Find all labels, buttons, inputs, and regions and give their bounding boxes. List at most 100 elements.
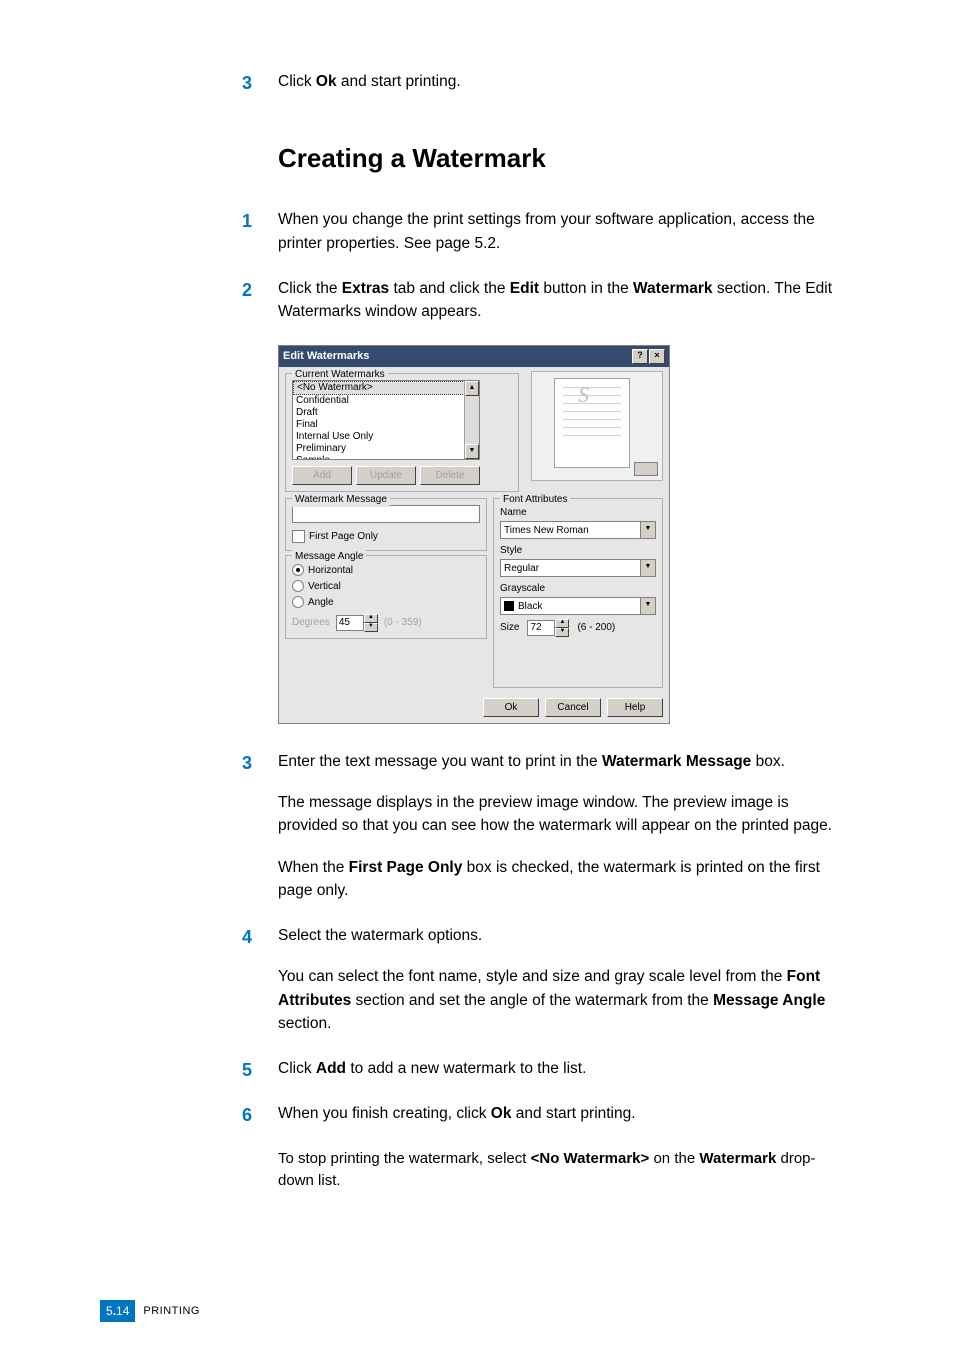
scrollbar[interactable]: ▲ ▼ (464, 381, 479, 459)
font-name-select[interactable]: Times New Roman ▼ (500, 521, 656, 539)
degrees-value[interactable]: 45 (336, 615, 364, 631)
step-6: 6 When you finish creating, click Ok and… (278, 1102, 844, 1125)
grayscale-value: Black (501, 598, 640, 614)
message-angle-group: Message Angle Horizontal Vertical Angle … (285, 555, 487, 639)
step-text: Select the watermark options. (278, 924, 844, 947)
grayscale-label: Grayscale (500, 581, 656, 596)
step-text: Click Add to add a new watermark to the … (278, 1057, 844, 1080)
group-legend: Watermark Message (292, 492, 390, 507)
bold-ok: Ok (316, 73, 337, 90)
step-number: 6 (242, 1102, 252, 1129)
ok-button[interactable]: Ok (483, 698, 539, 717)
step-1: 1 When you change the print settings fro… (278, 208, 844, 255)
step-text: You can select the font name, style and … (278, 965, 844, 1035)
radio-label: Vertical (308, 579, 341, 594)
step-number: 3 (242, 750, 252, 777)
delete-button[interactable]: Delete (420, 466, 480, 485)
step-number: 1 (242, 208, 252, 235)
size-value[interactable]: 72 (527, 620, 555, 636)
cancel-button[interactable]: Cancel (545, 698, 601, 717)
degrees-label: Degrees (292, 615, 330, 630)
watermark-message-input[interactable] (292, 505, 480, 523)
close-icon[interactable]: × (649, 349, 665, 364)
step-number: 5 (242, 1057, 252, 1084)
page-number-badge: 5.14 (100, 1300, 135, 1322)
page-footer: 5.14 Printing (100, 1300, 200, 1322)
chevron-down-icon[interactable]: ▼ (640, 560, 655, 576)
list-item[interactable]: Draft (293, 407, 479, 419)
step-3: 3 Enter the text message you want to pri… (278, 750, 844, 902)
step-number: 4 (242, 924, 252, 951)
help-button[interactable]: Help (607, 698, 663, 717)
list-item[interactable]: Internal Use Only (293, 431, 479, 443)
footer-section-label: Printing (143, 1303, 200, 1320)
group-legend: Message Angle (292, 549, 366, 564)
edit-watermarks-dialog: Edit Watermarks ? × Current Watermarks (278, 345, 670, 724)
preview-s-mark: S (578, 378, 589, 411)
preview-pane: S (531, 371, 663, 481)
help-icon[interactable]: ? (632, 349, 648, 364)
step-3-prior: 3 Click Ok and start printing. (278, 70, 844, 93)
font-style-select[interactable]: Regular ▼ (500, 559, 656, 577)
list-item[interactable]: Sample (293, 455, 479, 460)
scroll-down-icon[interactable]: ▼ (465, 444, 479, 459)
update-button[interactable]: Update (356, 466, 416, 485)
size-stepper[interactable]: 72 ▲ ▼ (527, 619, 569, 637)
step-5: 5 Click Add to add a new watermark to th… (278, 1057, 844, 1080)
style-label: Style (500, 543, 656, 558)
spin-down-icon[interactable]: ▼ (364, 623, 378, 632)
checkbox-label: First Page Only (309, 529, 378, 544)
step-text: Enter the text message you want to print… (278, 750, 844, 773)
current-watermarks-group: Current Watermarks <No Watermark> Confid… (285, 373, 519, 492)
size-range: (6 - 200) (577, 620, 615, 635)
spin-down-icon[interactable]: ▼ (555, 628, 569, 637)
spin-up-icon[interactable]: ▲ (364, 614, 378, 623)
step-number: 3 (242, 70, 252, 97)
step-text: When the First Page Only box is checked,… (278, 856, 844, 903)
preview-page-icon (554, 378, 630, 468)
watermarks-listbox[interactable]: <No Watermark> Confidential Draft Final … (292, 380, 480, 460)
size-label: Size (500, 620, 519, 635)
scroll-up-icon[interactable]: ▲ (465, 381, 479, 396)
dialog-titlebar: Edit Watermarks ? × (279, 346, 669, 367)
step-body: Click Ok and start printing. (278, 70, 844, 93)
first-page-only-checkbox[interactable] (292, 530, 305, 543)
add-button[interactable]: Add (292, 466, 352, 485)
preview-tray-icon (634, 462, 658, 476)
chevron-down-icon[interactable]: ▼ (640, 598, 655, 614)
font-name-value: Times New Roman (501, 522, 640, 538)
vertical-radio[interactable] (292, 580, 304, 592)
font-style-value: Regular (501, 560, 640, 576)
step-text: Click the Extras tab and click the Edit … (278, 277, 844, 324)
step-text: The message displays in the preview imag… (278, 791, 844, 838)
step-2: 2 Click the Extras tab and click the Edi… (278, 277, 844, 324)
step-4: 4 Select the watermark options. You can … (278, 924, 844, 1035)
degrees-range: (0 - 359) (384, 615, 422, 630)
font-attributes-group: Font Attributes Name Times New Roman ▼ S… (493, 498, 663, 688)
group-legend: Font Attributes (500, 492, 570, 507)
dialog-title: Edit Watermarks (283, 348, 369, 365)
list-item[interactable]: Final (293, 419, 479, 431)
edit-watermarks-screenshot: Edit Watermarks ? × Current Watermarks (278, 345, 844, 724)
step-text: When you finish creating, click Ok and s… (278, 1102, 844, 1125)
text: and start printing. (337, 73, 461, 90)
section-title: Creating a Watermark (278, 139, 844, 178)
radio-label: Horizontal (308, 563, 353, 578)
grayscale-select[interactable]: Black ▼ (500, 597, 656, 615)
step-number: 2 (242, 277, 252, 304)
degrees-stepper[interactable]: 45 ▲ ▼ (336, 614, 378, 632)
radio-label: Angle (308, 595, 334, 610)
name-label: Name (500, 505, 656, 520)
spin-up-icon[interactable]: ▲ (555, 619, 569, 628)
list-item[interactable]: Confidential (293, 395, 479, 407)
text: Click (278, 73, 316, 90)
list-item[interactable]: <No Watermark> (293, 381, 479, 395)
watermark-message-group: Watermark Message First Page Only (285, 498, 487, 551)
horizontal-radio[interactable] (292, 564, 304, 576)
chevron-down-icon[interactable]: ▼ (640, 522, 655, 538)
list-item[interactable]: Preliminary (293, 443, 479, 455)
step-text: When you change the print settings from … (278, 208, 844, 255)
tail-paragraph: To stop printing the watermark, select <… (278, 1148, 844, 1193)
angle-radio[interactable] (292, 596, 304, 608)
black-swatch-icon (504, 601, 514, 611)
